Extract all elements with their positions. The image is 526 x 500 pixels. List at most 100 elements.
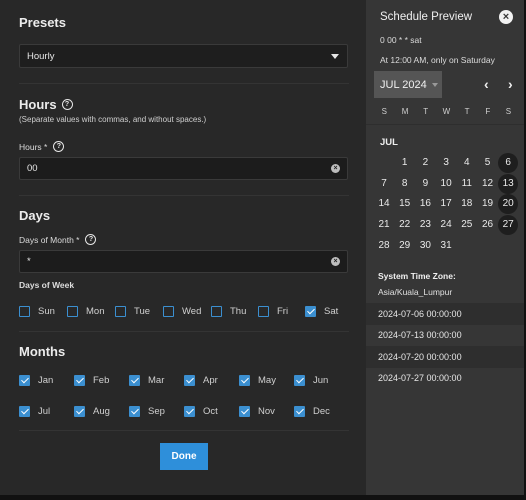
checkbox-sat[interactable]: Sat xyxy=(305,306,353,317)
month-label: Jan xyxy=(38,375,54,386)
checkbox-sep[interactable]: Sep xyxy=(129,406,184,417)
calendar-day[interactable]: 24 xyxy=(436,215,456,235)
checkbox-checked-icon[interactable] xyxy=(239,406,250,417)
checkbox-apr[interactable]: Apr xyxy=(184,375,239,386)
checkbox-checked-icon[interactable] xyxy=(19,375,30,386)
clear-icon[interactable]: × xyxy=(331,257,340,266)
calendar-day[interactable]: 31 xyxy=(436,236,456,256)
calendar-day[interactable]: 9 xyxy=(415,174,435,194)
checkbox-aug[interactable]: Aug xyxy=(74,406,129,417)
calendar-day[interactable]: 21 xyxy=(374,215,394,235)
checkbox-dec[interactable]: Dec xyxy=(294,406,349,417)
hours-label-text: Hours * xyxy=(19,141,48,152)
divider xyxy=(19,331,349,332)
checkbox-checked-icon[interactable] xyxy=(74,375,85,386)
checkbox-mon[interactable]: Mon xyxy=(67,306,115,317)
checkbox-checked-icon[interactable] xyxy=(129,375,140,386)
calendar-day[interactable]: 25 xyxy=(457,215,477,235)
presets-title: Presets xyxy=(19,15,66,30)
done-button[interactable]: Done xyxy=(160,443,208,470)
checkbox-checked-icon[interactable] xyxy=(74,406,85,417)
checkbox-unchecked-icon[interactable] xyxy=(67,306,78,317)
calendar-day[interactable]: 8 xyxy=(395,174,415,194)
calendar-day[interactable]: 5 xyxy=(478,153,498,173)
checkbox-checked-icon[interactable] xyxy=(305,306,316,317)
calendar-day[interactable]: 15 xyxy=(395,194,415,214)
checkbox-checked-icon[interactable] xyxy=(184,406,195,417)
calendar-day[interactable]: 18 xyxy=(457,194,477,214)
calendar-day[interactable]: 12 xyxy=(478,174,498,194)
checkbox-sun[interactable]: Sun xyxy=(19,306,67,317)
checkbox-fri[interactable]: Fri xyxy=(258,306,305,317)
month-year-select[interactable]: JUL 2024 xyxy=(374,71,442,98)
checkbox-mar[interactable]: Mar xyxy=(129,375,184,386)
prev-month-icon[interactable]: ‹ xyxy=(484,76,489,92)
checkbox-checked-icon[interactable] xyxy=(184,375,195,386)
checkbox-jul[interactable]: Jul xyxy=(19,406,74,417)
calendar-day-selected[interactable]: 13 xyxy=(498,173,519,194)
calendar-day-selected[interactable]: 27 xyxy=(498,215,519,236)
help-icon[interactable]: ? xyxy=(53,141,65,152)
timezone-label: System Time Zone: xyxy=(378,271,456,281)
hours-input[interactable]: 00 × xyxy=(19,157,348,180)
checkbox-tue[interactable]: Tue xyxy=(115,306,163,317)
calendar-day[interactable]: 29 xyxy=(395,236,415,256)
checkbox-checked-icon[interactable] xyxy=(294,406,305,417)
calendar-day[interactable]: 11 xyxy=(457,174,477,194)
help-icon[interactable]: ? xyxy=(85,234,97,245)
checkbox-unchecked-icon[interactable] xyxy=(258,306,269,317)
calendar-day[interactable]: 2 xyxy=(415,153,435,173)
weekday-label: Sun xyxy=(38,306,55,317)
hours-title-row: Hours ? xyxy=(19,97,73,112)
calendar-day[interactable]: 17 xyxy=(436,194,456,214)
checkbox-oct[interactable]: Oct xyxy=(184,406,239,417)
checkbox-thu[interactable]: Thu xyxy=(211,306,258,317)
checkbox-unchecked-icon[interactable] xyxy=(19,306,30,317)
calendar-day[interactable]: 16 xyxy=(415,194,435,214)
calendar-day[interactable]: 1 xyxy=(395,153,415,173)
calendar-day[interactable]: 4 xyxy=(457,153,477,173)
calendar-day[interactable]: 3 xyxy=(436,153,456,173)
calendar-day[interactable]: 26 xyxy=(478,215,498,235)
months-title: Months xyxy=(19,344,66,359)
next-month-icon[interactable]: › xyxy=(508,76,513,92)
preview-title: Schedule Preview xyxy=(380,11,473,23)
weekday-label: Thu xyxy=(230,306,247,317)
calendar-day[interactable]: 22 xyxy=(395,215,415,235)
checkbox-nov[interactable]: Nov xyxy=(239,406,294,417)
calendar-day-selected[interactable]: 6 xyxy=(498,153,519,173)
checkbox-unchecked-icon[interactable] xyxy=(211,306,222,317)
weekday-header: M xyxy=(401,107,409,116)
month-label: Oct xyxy=(203,406,218,417)
checkbox-feb[interactable]: Feb xyxy=(74,375,129,386)
days-of-month-input[interactable]: * × xyxy=(19,250,348,273)
month-label: Jun xyxy=(313,375,329,386)
days-of-month-value: * xyxy=(27,256,31,267)
clear-icon[interactable]: × xyxy=(331,164,340,173)
calendar-day[interactable]: 30 xyxy=(415,236,435,256)
checkbox-jan[interactable]: Jan xyxy=(19,375,74,386)
help-icon[interactable]: ? xyxy=(61,99,73,110)
checkbox-checked-icon[interactable] xyxy=(19,406,30,417)
checkbox-may[interactable]: May xyxy=(239,375,294,386)
calendar-day[interactable]: 10 xyxy=(436,174,456,194)
checkbox-wed[interactable]: Wed xyxy=(163,306,211,317)
calendar-day[interactable]: 14 xyxy=(374,194,394,214)
hours-hint: (Separate values with commas, and withou… xyxy=(19,115,207,124)
calendar-day[interactable]: 19 xyxy=(478,194,498,214)
close-icon[interactable]: × xyxy=(499,10,513,24)
month-label: May xyxy=(258,375,276,386)
calendar-day[interactable]: 23 xyxy=(415,215,435,235)
checkbox-checked-icon[interactable] xyxy=(129,406,140,417)
calendar-day-selected[interactable]: 20 xyxy=(498,194,519,215)
checkbox-checked-icon[interactable] xyxy=(294,375,305,386)
days-of-month-label-text: Days of Month * xyxy=(19,234,80,245)
checkbox-checked-icon[interactable] xyxy=(239,375,250,386)
calendar-day[interactable]: 7 xyxy=(374,174,394,194)
presets-select[interactable]: Hourly xyxy=(19,44,348,68)
calendar-day[interactable]: 28 xyxy=(374,236,394,256)
weekday-label: Mon xyxy=(86,306,105,317)
checkbox-unchecked-icon[interactable] xyxy=(163,306,174,317)
checkbox-unchecked-icon[interactable] xyxy=(115,306,126,317)
checkbox-jun[interactable]: Jun xyxy=(294,375,349,386)
